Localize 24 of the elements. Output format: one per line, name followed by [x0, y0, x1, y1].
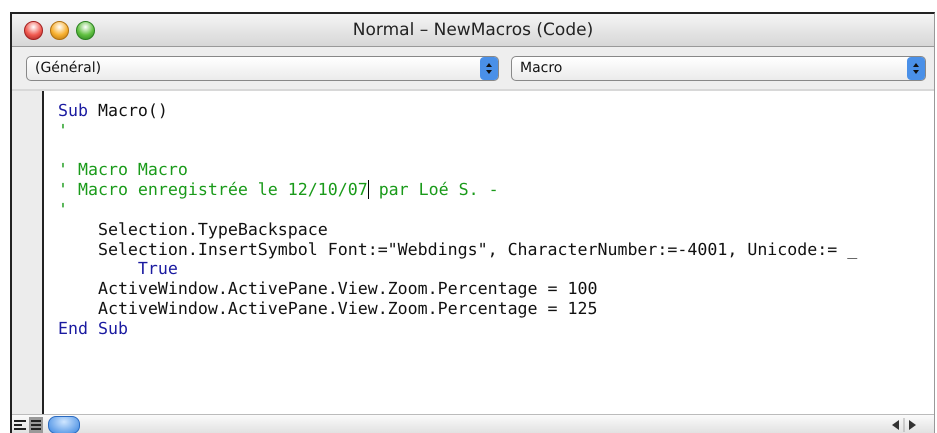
- code-text: Selection.InsertSymbol Font:="Webdings", CharacterNumber:=-4001, Unicode:= _: [96, 240, 858, 260]
- code-text: End Sub: [58, 318, 128, 339]
- zoom-button[interactable]: [76, 20, 95, 40]
- code-text: ' Macro Macro: [58, 160, 188, 180]
- scroll-thumb[interactable]: [48, 416, 80, 433]
- minimize-button[interactable]: [50, 20, 69, 40]
- code-text: ': [58, 200, 68, 220]
- code-text: ': [58, 120, 68, 141]
- code-text: Macro(): [96, 101, 168, 121]
- code-text: ' Macro enregistrée le 12/10/07: [58, 180, 368, 200]
- stepper-icon: [480, 56, 498, 80]
- dropdown[interactable]: (Général): [26, 56, 499, 80]
- stepper-icon: [907, 56, 925, 80]
- window-title: Normal – NewMacros (Code): [352, 20, 594, 40]
- close-button[interactable]: [24, 20, 43, 40]
- code-text: Selection.TypeBackspace: [96, 220, 328, 240]
- code-text: True: [136, 259, 178, 280]
- dropdown[interactable]: Macro: [511, 56, 926, 80]
- code-text: ActiveWindow.ActivePane.View.Zoom.Percentage = 100: [96, 279, 598, 299]
- code-text: par Loé S. -: [378, 180, 499, 200]
- text-cursor: [368, 180, 369, 200]
- code-text: ActiveWindow.ActivePane.View.Zoom.Percentage = 125: [96, 298, 598, 319]
- code-text: Sub: [58, 101, 88, 121]
- full-view-icon[interactable]: [28, 416, 44, 433]
